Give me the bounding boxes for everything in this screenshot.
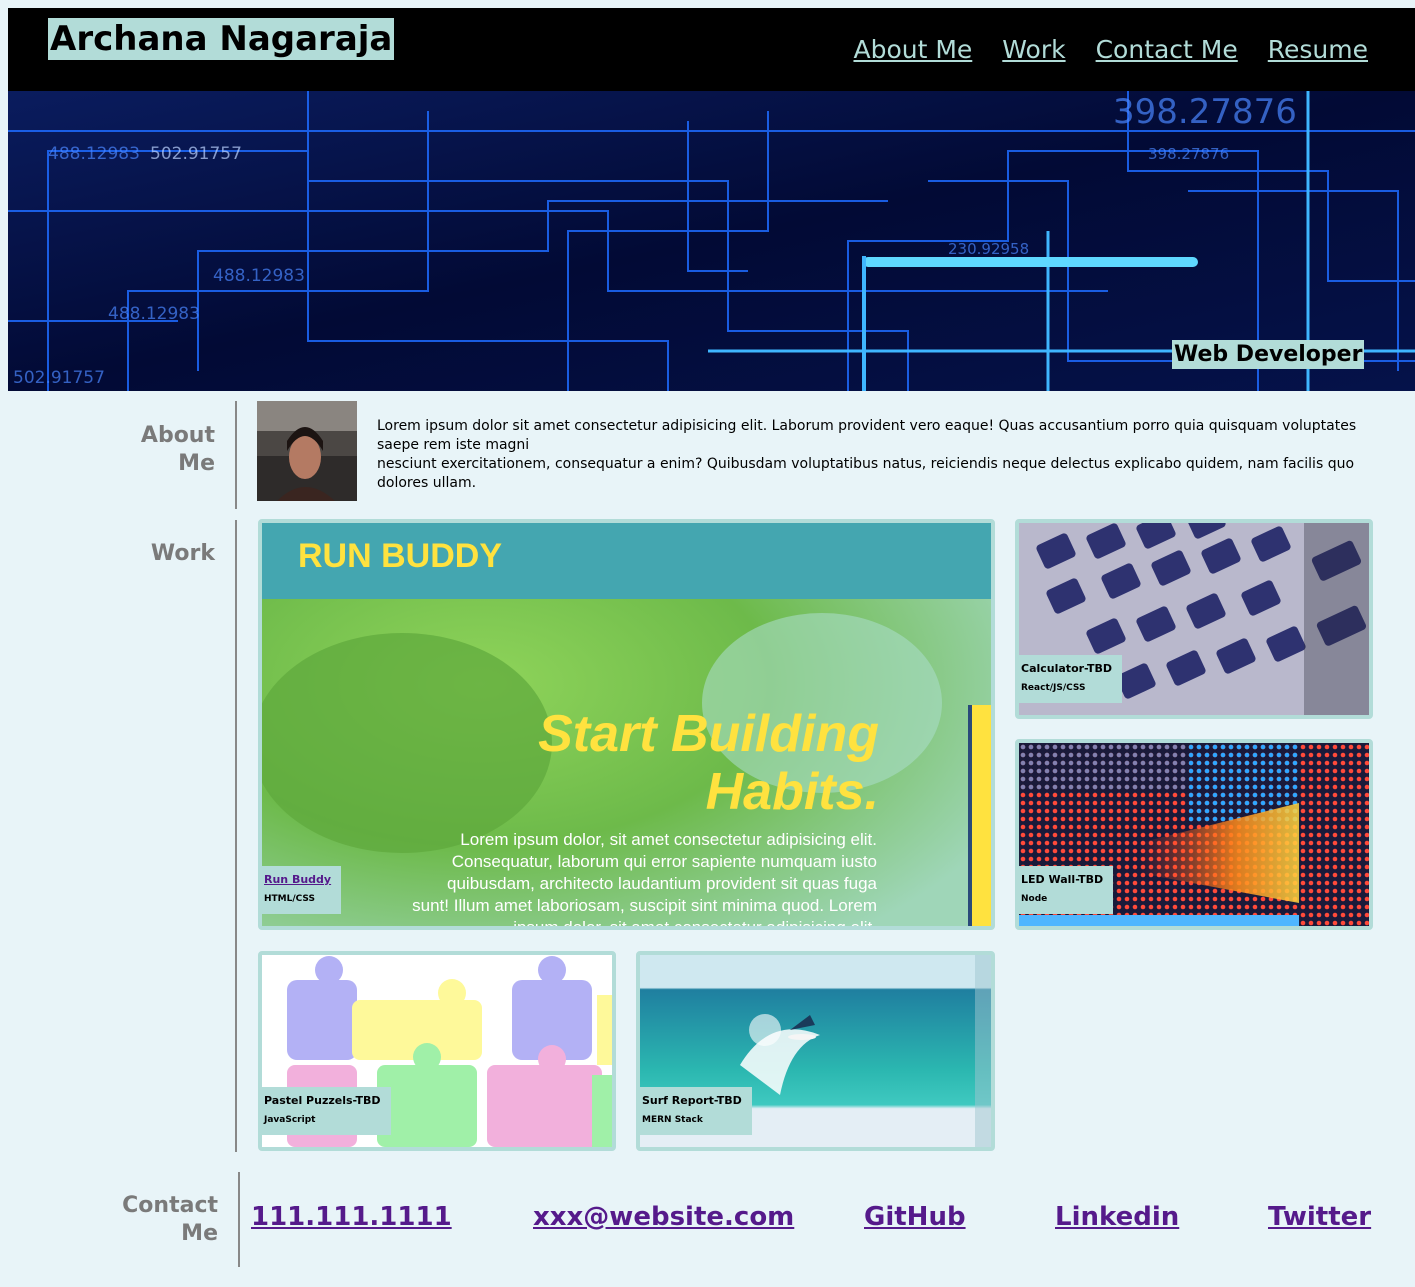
run-buddy-screenshot-title: RUN BUDDY [298, 537, 502, 575]
hero-tagline: Web Developer [1172, 340, 1365, 369]
nav-about-me[interactable]: About Me [853, 32, 972, 68]
work-section-label: Work [150, 541, 215, 566]
project-name: Pastel Puzzels-TBD [264, 1094, 381, 1107]
nav-work[interactable]: Work [1002, 32, 1065, 68]
project-name: Calculator-TBD [1021, 662, 1113, 675]
about-paragraph-2: nesciunt exercitationem, consequatur a e… [377, 456, 1355, 491]
about-text: Lorem ipsum dolor sit amet consectetur a… [377, 417, 1357, 493]
project-name: Surf Report-TBD [642, 1094, 742, 1107]
project-card-led-wall[interactable]: LED Wall-TBD Node [1015, 739, 1373, 930]
run-buddy-screenshot-body: Lorem ipsum dolor, sit amet consectetur … [412, 830, 877, 929]
project-card-surf-report[interactable]: Surf Report-TBD MERN Stack [636, 951, 995, 1151]
project-caption: Surf Report-TBD MERN Stack [640, 1087, 752, 1135]
project-caption: Pastel Puzzels-TBD JavaScript [262, 1087, 391, 1135]
nav-resume[interactable]: Resume [1268, 32, 1368, 68]
svg-text:502.91757: 502.91757 [13, 368, 105, 388]
site-header: Archana Nagaraja About Me Work Contact M… [8, 8, 1415, 91]
project-card-pastel-puzzles[interactable]: Pastel Puzzels-TBD JavaScript [258, 951, 616, 1151]
site-title: Archana Nagaraja [48, 18, 395, 60]
contact-email-link[interactable]: xxx@website.com [533, 1200, 794, 1234]
work-divider [235, 520, 237, 1152]
project-tech: MERN Stack [642, 1115, 703, 1125]
contact-linkedin-link[interactable]: Linkedin [1055, 1200, 1179, 1234]
svg-text:488.12983: 488.12983 [108, 304, 200, 324]
contact-section-label: Contact Me [122, 1193, 218, 1246]
project-name: LED Wall-TBD [1021, 873, 1104, 886]
project-caption: LED Wall-TBD Node [1019, 866, 1114, 914]
hero-banner: 488.12983 502.91757 488.12983 488.12983 … [8, 91, 1415, 391]
profile-photo [257, 401, 357, 501]
project-caption: Calculator-TBD React/JS/CSS [1019, 655, 1123, 703]
project-card-run-buddy[interactable]: RUN BUDDY Start Building Habits. Lorem i… [258, 519, 995, 930]
project-card-calculator[interactable]: Calculator-TBD React/JS/CSS [1015, 519, 1373, 719]
nav-contact-me[interactable]: Contact Me [1096, 32, 1238, 68]
run-buddy-link[interactable]: Run Buddy [264, 873, 331, 886]
main-nav: About Me Work Contact Me Resume [853, 32, 1368, 68]
svg-text:488.12983: 488.12983 [48, 144, 140, 164]
about-divider [235, 401, 237, 509]
project-caption: Run Buddy HTML/CSS [262, 866, 342, 914]
contact-github-link[interactable]: GitHub [864, 1200, 966, 1234]
project-tech: JavaScript [264, 1115, 316, 1125]
about-section-label: About Me [140, 423, 215, 476]
contact-divider [238, 1172, 240, 1267]
svg-text:230.92958: 230.92958 [948, 240, 1029, 258]
contact-phone-link[interactable]: 111.111.1111 [251, 1200, 452, 1234]
contact-twitter-link[interactable]: Twitter [1268, 1200, 1371, 1234]
about-paragraph-1: Lorem ipsum dolor sit amet consectetur a… [377, 418, 1357, 453]
svg-text:502.91757: 502.91757 [150, 144, 242, 164]
svg-text:398.27876: 398.27876 [1148, 145, 1229, 163]
project-tech: HTML/CSS [264, 894, 315, 904]
svg-text:488.12983: 488.12983 [213, 266, 305, 286]
project-tech: Node [1021, 894, 1048, 904]
project-tech: React/JS/CSS [1021, 683, 1086, 693]
svg-text:398.27876: 398.27876 [1113, 92, 1297, 132]
run-buddy-screenshot-heading: Start Building Habits. [538, 705, 879, 821]
